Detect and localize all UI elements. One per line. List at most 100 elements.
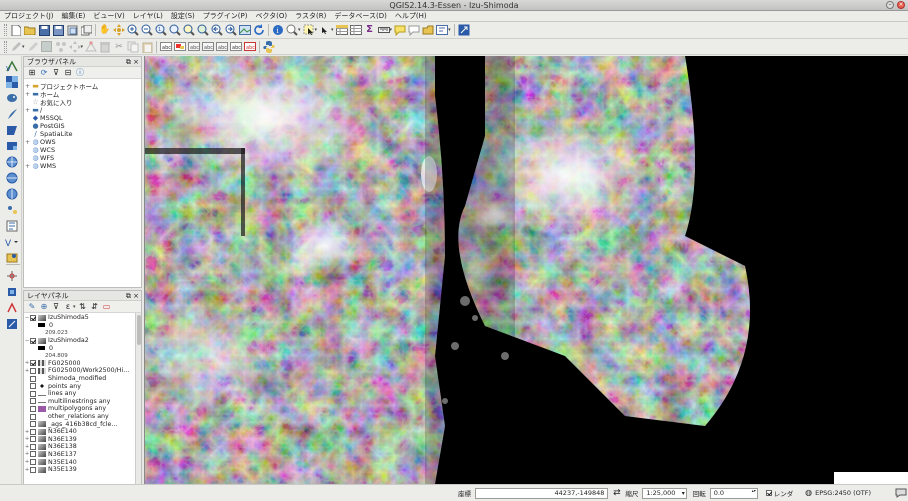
label-highlight-icon[interactable]	[174, 41, 187, 53]
menu-plugins[interactable]: プラグイン(P)	[203, 11, 248, 21]
layer-visibility-checkbox[interactable]	[30, 405, 36, 412]
expand-icon[interactable]: +	[24, 91, 31, 98]
menu-vector[interactable]: ベクタ(O)	[255, 11, 287, 21]
scrollbar-thumb[interactable]	[137, 315, 141, 345]
properties-icon[interactable]: ⓘ	[75, 68, 85, 78]
layer-row[interactable]: points any	[24, 382, 135, 390]
plugin-manager-icon[interactable]	[5, 318, 19, 330]
toggle-extents-icon[interactable]: ⇄	[611, 487, 622, 499]
move-feature-icon[interactable]	[68, 40, 81, 53]
delete-selected-icon[interactable]	[99, 41, 111, 53]
save-as-icon[interactable]	[52, 24, 64, 36]
menu-view[interactable]: ビュー(V)	[93, 11, 124, 21]
zoom-in-icon[interactable]	[127, 24, 139, 36]
refresh-icon[interactable]: ⟳	[39, 68, 49, 78]
render-checkbox[interactable]	[765, 490, 772, 496]
expand-icon[interactable]: +	[24, 83, 31, 90]
tree-item-wfs[interactable]: ◍ WFS	[24, 154, 141, 162]
new-shapefile-layer-icon[interactable]	[5, 220, 19, 232]
python-console-icon[interactable]	[263, 40, 275, 53]
add-raster-layer-icon[interactable]	[5, 76, 19, 88]
add-vector-layer-icon[interactable]: V	[5, 60, 19, 72]
toolbar-grip[interactable]	[4, 24, 7, 36]
label-change-icon[interactable]: abc	[216, 41, 229, 53]
label-move-icon[interactable]: abc	[188, 41, 201, 53]
collapse-all-icon[interactable]: ⊟	[63, 68, 73, 78]
tree-item-wcs[interactable]: ◍ WCS	[24, 146, 141, 154]
layer-row[interactable]: + FG025000	[24, 360, 135, 368]
label-hide-icon[interactable]: abc	[244, 41, 257, 53]
label-pin-icon[interactable]: abc	[160, 41, 173, 53]
menu-project[interactable]: プロジェクト(J)	[4, 11, 54, 21]
menu-layer[interactable]: レイヤ(L)	[133, 11, 163, 21]
layer-row[interactable]: + N35E140	[24, 458, 135, 466]
add-wms-layer-icon[interactable]	[5, 156, 19, 168]
zoom-to-selection-icon[interactable]	[183, 24, 195, 36]
layer-row[interactable]: multipolygons any	[24, 405, 135, 413]
float-icon[interactable]: ⧉	[126, 292, 131, 300]
add-virtual-layer-icon[interactable]	[5, 252, 19, 264]
label-show-icon[interactable]: abc	[230, 41, 243, 53]
crs-status[interactable]: EPSG:2450 (OTF)	[815, 489, 871, 497]
close-button[interactable]: ×	[897, 1, 905, 9]
zoom-to-layer-icon[interactable]	[197, 24, 209, 36]
expand-icon[interactable]: +	[24, 163, 31, 170]
minimize-button[interactable]: –	[886, 1, 894, 9]
layer-row[interactable]: + N36E139	[24, 436, 135, 444]
menu-raster[interactable]: ラスタ(R)	[295, 11, 326, 21]
topology-checker-icon[interactable]	[5, 302, 19, 314]
window-titlebar[interactable]: QGIS2.14.3-Essen - Izu-Shimoda – ×	[0, 0, 908, 11]
messages-icon[interactable]	[895, 487, 907, 499]
rotation-spinbox[interactable]: 0.0	[709, 487, 758, 499]
layer-visibility-checkbox[interactable]	[30, 314, 36, 321]
layer-row[interactable]: + N36E138	[24, 443, 135, 451]
zoom-out-icon[interactable]	[141, 24, 153, 36]
close-icon[interactable]: ×	[133, 58, 139, 66]
layer-row[interactable]: + N35E139	[24, 466, 135, 474]
cut-features-icon[interactable]: ✂	[113, 41, 125, 53]
layer-visibility-checkbox[interactable]	[30, 375, 36, 382]
layer-styling-icon[interactable]: ✎	[27, 302, 37, 312]
filter-expression-icon[interactable]: ε	[63, 302, 73, 312]
layer-visibility-checkbox[interactable]	[30, 451, 36, 458]
new-map-view-icon[interactable]	[239, 24, 251, 36]
filter-icon[interactable]: ⊽	[51, 68, 61, 78]
save-edits-icon[interactable]	[41, 41, 53, 53]
add-wcs-layer-icon[interactable]	[5, 172, 19, 184]
add-spatialite-layer-icon[interactable]	[5, 108, 19, 120]
layer-visibility-checkbox[interactable]	[30, 360, 36, 367]
measure-line-icon[interactable]	[377, 24, 390, 36]
copy-features-icon[interactable]	[127, 41, 139, 53]
layer-row[interactable]: multilinestrings any	[24, 398, 135, 406]
annotation-icon[interactable]	[394, 24, 406, 36]
toggle-editing-icon[interactable]	[27, 41, 39, 53]
tips-icon[interactable]	[436, 24, 449, 36]
tree-item-root[interactable]: + ▬ /	[24, 106, 141, 114]
menu-edit[interactable]: 編集(E)	[62, 11, 86, 21]
expand-all-icon[interactable]: ⇅	[78, 302, 88, 312]
layer-row[interactable]: − IzuShimoda5	[24, 314, 135, 322]
layer-row[interactable]: _ags_416b38cd_fcle...	[24, 420, 135, 428]
layers-panel-header[interactable]: レイヤパネル ⧉ ×	[24, 291, 141, 301]
label-rotate-icon[interactable]: abc	[202, 41, 215, 53]
tree-item-ows[interactable]: + ◍ OWS	[24, 138, 141, 146]
pin-icon[interactable]	[422, 24, 434, 36]
select-icon[interactable]	[303, 24, 315, 36]
add-group-icon[interactable]: ⊕	[39, 302, 49, 312]
tree-item-mssql[interactable]: ◆ MSSQL	[24, 114, 141, 122]
filter-legend-icon[interactable]: ⊽	[51, 302, 61, 312]
menu-database[interactable]: データベース(D)	[334, 11, 387, 21]
layer-visibility-checkbox[interactable]	[30, 436, 36, 443]
close-icon[interactable]: ×	[133, 292, 139, 300]
menu-help[interactable]: ヘルプ(H)	[395, 11, 427, 21]
zoom-full-icon[interactable]	[169, 24, 181, 36]
layer-visibility-checkbox[interactable]	[30, 398, 36, 405]
tree-item-postgis[interactable]: ● PostGIS	[24, 122, 141, 130]
layer-visibility-checkbox[interactable]	[30, 383, 36, 390]
layer-row[interactable]: + N36E137	[24, 451, 135, 459]
print-composer-icon[interactable]	[66, 24, 78, 36]
measure-icon[interactable]	[286, 24, 298, 36]
attribute-table-icon[interactable]	[335, 24, 348, 36]
add-db2-layer-icon[interactable]	[5, 140, 19, 152]
save-project-icon[interactable]	[38, 24, 50, 36]
